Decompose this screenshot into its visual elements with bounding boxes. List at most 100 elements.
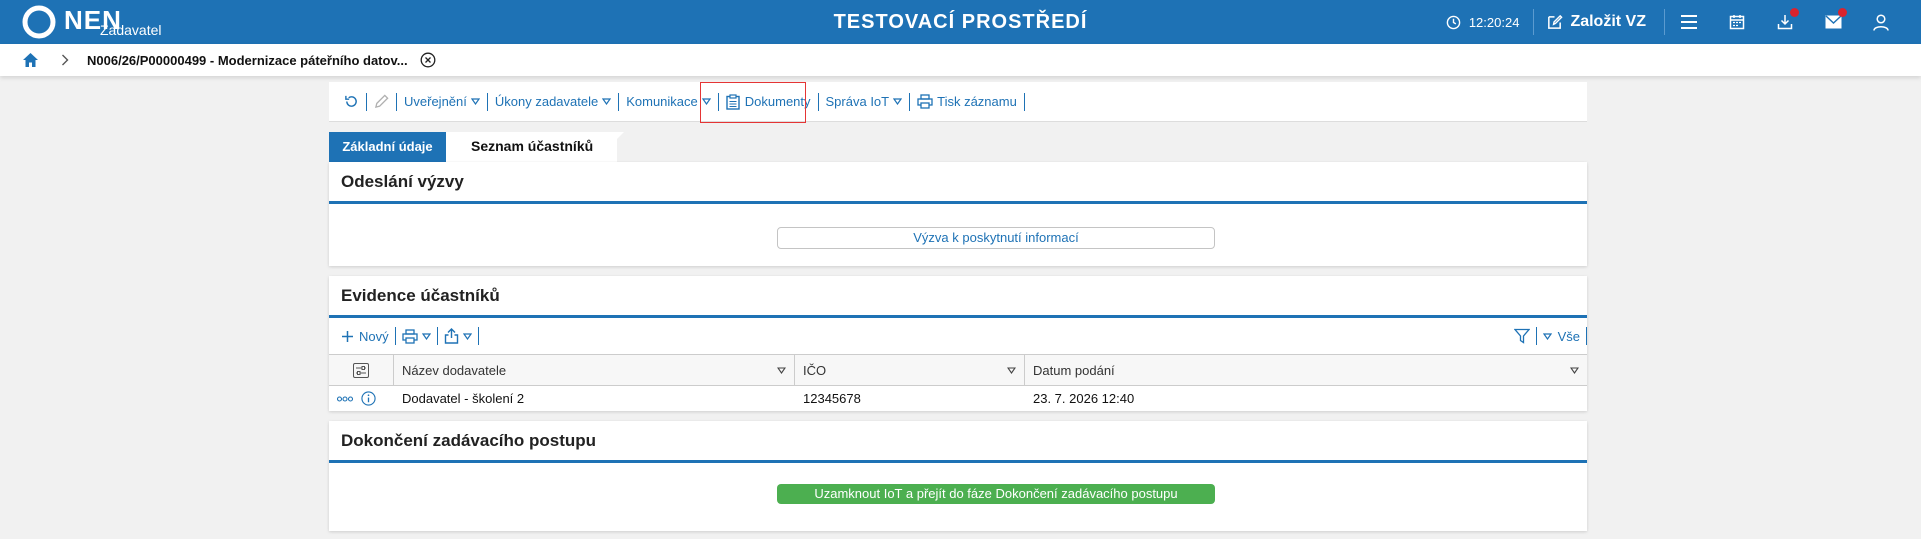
cell-supplier-name: Dodavatel - školení 2 bbox=[402, 391, 525, 406]
downloads-notification-dot bbox=[1790, 8, 1799, 17]
edit-button[interactable] bbox=[367, 91, 396, 113]
record-toolbar: Uveřejnění Úkony zadavatele Komunikace D… bbox=[329, 82, 1587, 123]
nen-logo-icon bbox=[22, 5, 56, 39]
share-icon bbox=[444, 328, 458, 344]
info-icon[interactable] bbox=[361, 391, 376, 406]
contracting-actions-menu[interactable]: Úkony zadavatele bbox=[488, 91, 618, 113]
hamburger-icon bbox=[1681, 15, 1697, 29]
clipboard-icon bbox=[726, 93, 740, 110]
calendar-button[interactable] bbox=[1713, 0, 1761, 44]
home-icon bbox=[23, 53, 38, 67]
finish-section-title: Dokončení zadávacího postupu bbox=[329, 421, 1587, 463]
column-header-date-label: Datum podání bbox=[1033, 362, 1115, 378]
logo-subtitle: Zadavatel bbox=[100, 22, 162, 38]
invite-section: Odeslání výzvy Výzva k poskytnutí inform… bbox=[329, 162, 1587, 266]
record-tabs: Základní údaje Seznam účastníků bbox=[329, 122, 1587, 162]
filter-icon bbox=[1513, 328, 1530, 344]
more-options-icon[interactable] bbox=[337, 395, 353, 402]
caret-down-icon bbox=[893, 98, 903, 105]
messages-notification-dot bbox=[1838, 8, 1847, 17]
toolbar-divider bbox=[1023, 92, 1025, 111]
tab-participants[interactable]: Seznam účastníků bbox=[446, 132, 618, 162]
grid-view-select[interactable]: Vše bbox=[1537, 325, 1586, 347]
participants-evidence-section: Evidence účastníků Nový Vše Název dodava… bbox=[329, 276, 1587, 411]
create-vz-button[interactable]: Založit VZ bbox=[1534, 13, 1664, 31]
download-icon bbox=[1777, 15, 1793, 30]
new-participant-button[interactable]: Nový bbox=[335, 325, 395, 347]
refresh-button[interactable] bbox=[337, 91, 366, 113]
calendar-icon bbox=[1729, 15, 1745, 30]
session-clock: 12:20:24 bbox=[1446, 14, 1520, 30]
mail-icon bbox=[1825, 15, 1841, 29]
grid-export-menu[interactable] bbox=[438, 325, 478, 347]
breadcrumb: N006/26/P00000499 - Modernizace páteřníh… bbox=[0, 44, 1921, 76]
column-header-ico[interactable]: IČO bbox=[795, 355, 1025, 385]
cell-ico: 12345678 bbox=[803, 391, 861, 406]
messages-button[interactable] bbox=[1809, 0, 1857, 44]
communication-menu[interactable]: Komunikace bbox=[619, 91, 718, 113]
caret-down-icon bbox=[701, 98, 711, 105]
documents-label: Dokumenty bbox=[744, 94, 811, 109]
lock-iot-finish-button[interactable]: Uzamknout IoT a přejít do fáze Dokončení… bbox=[777, 484, 1215, 504]
caret-down-icon bbox=[1570, 366, 1579, 374]
caret-down-icon bbox=[777, 366, 786, 374]
communication-menu-label: Komunikace bbox=[626, 94, 698, 109]
evidence-section-title: Evidence účastníků bbox=[329, 276, 1587, 318]
print-record-label: Tisk záznamu bbox=[937, 94, 1017, 109]
column-header-ico-label: IČO bbox=[803, 362, 827, 378]
request-information-button[interactable]: Výzva k poskytnutí informací bbox=[777, 227, 1215, 249]
cell-submission-date: 23. 7. 2026 12:40 bbox=[1033, 391, 1135, 406]
create-vz-label: Založit VZ bbox=[1570, 13, 1646, 30]
publish-menu[interactable]: Uveřejnění bbox=[397, 91, 487, 113]
edit-icon bbox=[1548, 14, 1564, 29]
grid-toolbar-divider bbox=[477, 327, 479, 345]
caret-down-icon bbox=[1542, 332, 1552, 340]
documents-button[interactable]: Dokumenty bbox=[719, 91, 818, 113]
clock-time: 12:20:24 bbox=[1468, 14, 1520, 30]
row-actions bbox=[329, 386, 394, 411]
downloads-button[interactable] bbox=[1761, 0, 1809, 44]
tab-tail bbox=[594, 132, 624, 162]
home-button[interactable] bbox=[22, 52, 39, 68]
column-header-supplier[interactable]: Název dodavatele bbox=[394, 355, 795, 385]
grid-view-label: Vše bbox=[1557, 328, 1580, 344]
chevron-right-icon bbox=[61, 54, 69, 66]
top-bar: NEN Zadavatel TESTOVACÍ PROSTŘEDÍ 12:20:… bbox=[0, 0, 1921, 44]
invite-section-title: Odeslání výzvy bbox=[329, 162, 1587, 204]
contracting-actions-label: Úkony zadavatele bbox=[494, 94, 599, 109]
close-icon bbox=[420, 52, 436, 68]
caret-down-icon bbox=[470, 98, 480, 105]
menu-button[interactable] bbox=[1665, 0, 1713, 44]
finish-procedure-section: Dokončení zadávacího postupu Uzamknout I… bbox=[329, 421, 1587, 531]
publish-menu-label: Uveřejnění bbox=[404, 94, 467, 109]
caret-down-icon bbox=[1007, 366, 1016, 374]
column-settings-button[interactable] bbox=[329, 355, 394, 385]
plus-icon bbox=[342, 330, 353, 342]
column-header-supplier-label: Název dodavatele bbox=[402, 362, 507, 378]
grid-print-menu[interactable] bbox=[396, 325, 437, 347]
sliders-icon bbox=[353, 362, 369, 378]
user-icon bbox=[1873, 13, 1889, 31]
printer-icon bbox=[917, 94, 933, 109]
main-content: Uveřejnění Úkony zadavatele Komunikace D… bbox=[329, 82, 1587, 531]
grid-toolbar: Nový Vše bbox=[329, 318, 1587, 354]
iot-management-menu[interactable]: Správa IoT bbox=[819, 91, 910, 113]
user-profile-button[interactable] bbox=[1857, 0, 1905, 44]
printer-icon bbox=[401, 328, 418, 344]
print-record-button[interactable]: Tisk záznamu bbox=[910, 91, 1024, 113]
table-row[interactable]: Dodavatel - školení 2 12345678 23. 7. 20… bbox=[329, 386, 1587, 411]
grid-header: Název dodavatele IČO Datum podání bbox=[329, 354, 1587, 386]
close-breadcrumb-button[interactable] bbox=[420, 52, 436, 68]
breadcrumb-current[interactable]: N006/26/P00000499 - Modernizace páteřníh… bbox=[87, 53, 408, 68]
iot-management-label: Správa IoT bbox=[825, 94, 890, 109]
caret-down-icon bbox=[602, 98, 612, 105]
tab-basic-data[interactable]: Základní údaje bbox=[329, 132, 446, 162]
pencil-icon bbox=[374, 94, 389, 109]
grid-filter-button[interactable] bbox=[1508, 325, 1536, 347]
new-participant-label: Nový bbox=[359, 328, 389, 344]
caret-down-icon bbox=[462, 332, 472, 340]
column-header-date[interactable]: Datum podání bbox=[1025, 355, 1587, 385]
caret-down-icon bbox=[421, 332, 431, 340]
clock-icon bbox=[1446, 15, 1461, 29]
grid-toolbar-divider bbox=[1586, 327, 1587, 345]
